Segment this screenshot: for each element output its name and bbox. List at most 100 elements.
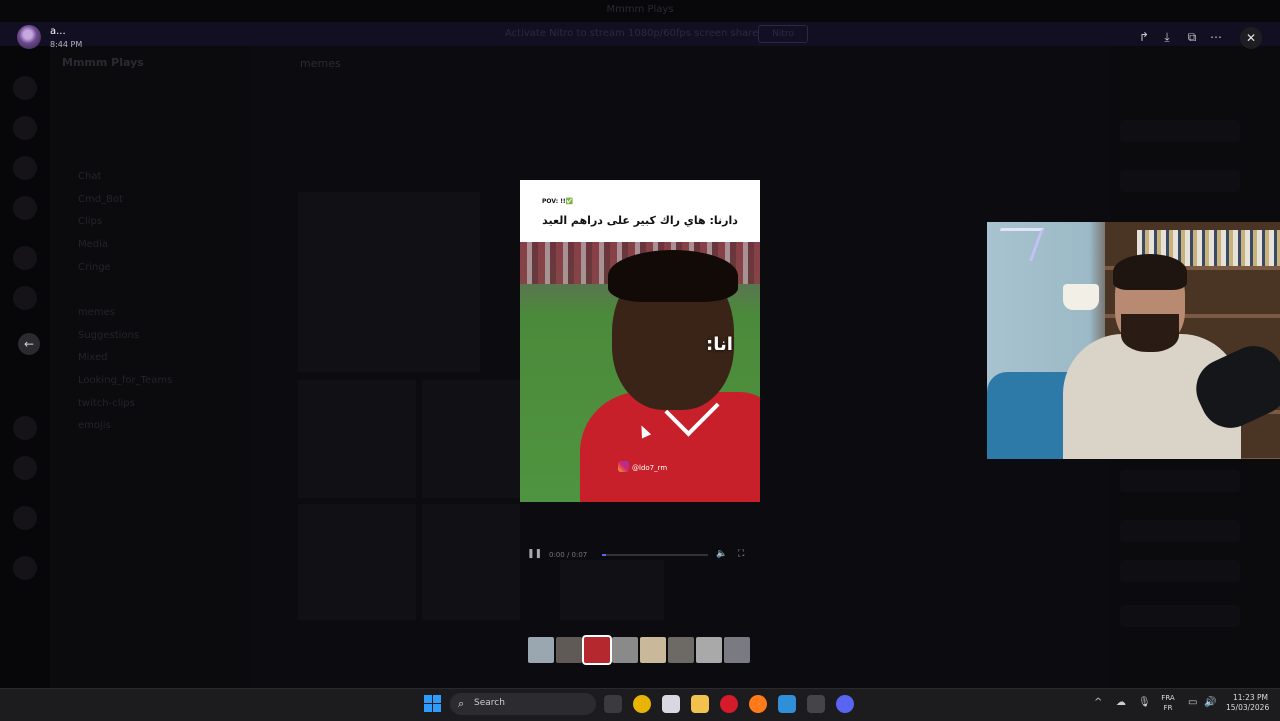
- member-item[interactable]: [1120, 560, 1240, 582]
- instagram-icon: [618, 461, 629, 472]
- chrome-icon[interactable]: [633, 695, 651, 713]
- search-label: Search: [474, 698, 505, 708]
- open-external-icon[interactable]: ⧉: [1183, 28, 1201, 46]
- start-tile: [433, 695, 441, 703]
- channel-item[interactable]: Looking_for_Teams: [78, 375, 172, 386]
- download-icon[interactable]: ⤓: [1158, 28, 1176, 46]
- media-tile[interactable]: [298, 192, 480, 372]
- video-progress-bar[interactable]: [602, 554, 708, 556]
- more-icon[interactable]: ⋯: [1207, 28, 1225, 46]
- media-thumbnail[interactable]: [556, 637, 582, 663]
- folder-icon[interactable]: [691, 695, 709, 713]
- instagram-handle: @ldo7_rm: [632, 464, 668, 472]
- channel-item[interactable]: twitch-clips: [78, 398, 135, 409]
- settings-app-icon[interactable]: [807, 695, 825, 713]
- channel-item[interactable]: Clips: [78, 216, 102, 227]
- volume-icon[interactable]: 🔈: [716, 549, 727, 559]
- server-icon[interactable]: [13, 246, 37, 270]
- channel-item[interactable]: memes: [78, 307, 115, 318]
- webcam-overlay: [987, 222, 1280, 459]
- tray-overflow-icon[interactable]: ^: [1094, 697, 1102, 708]
- server-list: [0, 46, 50, 688]
- neon-light: [988, 228, 1045, 261]
- speaker-icon[interactable]: 🔊: [1204, 697, 1216, 708]
- video-scene: انا: @ldo7_rm: [520, 242, 760, 502]
- server-icon[interactable]: [13, 416, 37, 440]
- cloud-icon[interactable]: ☁: [1116, 697, 1126, 708]
- channel-item[interactable]: Chat: [78, 171, 101, 182]
- video-player[interactable]: POV: !!✅ دارنا: هاي راك كبير على دراهم ا…: [520, 180, 760, 502]
- forward-icon[interactable]: ↱: [1135, 28, 1153, 46]
- server-icon[interactable]: [13, 556, 37, 580]
- start-tile: [424, 704, 432, 712]
- lamp: [1063, 284, 1099, 310]
- member-item[interactable]: [1120, 120, 1240, 142]
- media-tile[interactable]: [422, 380, 520, 498]
- video-caption: دارنا: هاي راك كبير على دراهم العيد: [542, 214, 738, 227]
- member-item[interactable]: [1120, 170, 1240, 192]
- server-icon[interactable]: [13, 456, 37, 480]
- app-icon[interactable]: [662, 695, 680, 713]
- video-caption-area: [520, 180, 760, 242]
- firefox-icon[interactable]: [749, 695, 767, 713]
- channel-title: memes: [300, 57, 341, 70]
- fullscreen-icon[interactable]: ⛶: [738, 549, 744, 559]
- media-tile[interactable]: [560, 560, 664, 620]
- input-language[interactable]: FRA FR: [1158, 693, 1178, 713]
- streamer-hair: [1113, 254, 1187, 290]
- media-tile[interactable]: [298, 504, 416, 620]
- system-clock[interactable]: 11:23 PM 15/03/2026: [1226, 693, 1270, 713]
- media-thumbnail[interactable]: [640, 637, 666, 663]
- previous-media-icon[interactable]: ←: [18, 333, 40, 355]
- network-icon[interactable]: ▭: [1188, 697, 1197, 708]
- member-item[interactable]: [1120, 605, 1240, 627]
- member-item[interactable]: [1120, 520, 1240, 542]
- media-thumbnail[interactable]: [612, 637, 638, 663]
- channel-item[interactable]: Cringe: [78, 262, 111, 273]
- opera-icon[interactable]: [720, 695, 738, 713]
- person-hair: [608, 250, 738, 302]
- channel-item[interactable]: Mixed: [78, 352, 108, 363]
- app2-icon[interactable]: [778, 695, 796, 713]
- microphone-icon[interactable]: 🎙: [1138, 697, 1151, 708]
- media-thumbnail[interactable]: [696, 637, 722, 663]
- media-thumbnail[interactable]: [582, 635, 612, 665]
- file-explorer-icon[interactable]: [604, 695, 622, 713]
- server-icon[interactable]: [13, 196, 37, 220]
- search-icon: ⌕: [458, 697, 465, 710]
- start-tile: [424, 695, 432, 703]
- media-thumbnail[interactable]: [724, 637, 750, 663]
- language-code: FRA: [1161, 694, 1175, 702]
- clock-time: 11:23 PM: [1233, 693, 1268, 702]
- server-icon[interactable]: [13, 76, 37, 100]
- member-item[interactable]: [1120, 470, 1240, 492]
- media-thumbnail[interactable]: [668, 637, 694, 663]
- channel-item[interactable]: Suggestions: [78, 330, 139, 341]
- start-tile: [433, 704, 441, 712]
- pov-label: POV: !!✅: [542, 198, 574, 205]
- author-name[interactable]: a...: [50, 26, 66, 37]
- message-timestamp: 8:44 PM: [50, 40, 83, 49]
- server-icon[interactable]: [13, 116, 37, 140]
- pause-icon[interactable]: ❚❚: [527, 549, 542, 559]
- server-icon[interactable]: [13, 156, 37, 180]
- clock-date: 15/03/2026: [1226, 703, 1270, 712]
- channel-item[interactable]: Cmd_Bot: [78, 194, 123, 205]
- nitro-banner-text: Activate Nitro to stream 1080p/60fps scr…: [505, 28, 759, 39]
- discord-icon[interactable]: [836, 695, 854, 713]
- server-icon[interactable]: [13, 506, 37, 530]
- keyboard-layout: FR: [1163, 704, 1173, 712]
- server-name[interactable]: Mmmm Plays: [62, 56, 144, 69]
- nitro-banner-button[interactable]: Nitro: [758, 25, 808, 43]
- taskbar-search[interactable]: [450, 693, 596, 715]
- video-time: 0:00 / 0:07: [549, 551, 588, 559]
- media-thumbnail[interactable]: [528, 637, 554, 663]
- media-tile[interactable]: [422, 504, 520, 620]
- close-icon[interactable]: ✕: [1240, 27, 1262, 49]
- channel-item[interactable]: Media: [78, 239, 108, 250]
- channel-item[interactable]: emojis: [78, 420, 111, 431]
- windows-start-icon[interactable]: [424, 695, 442, 713]
- avatar[interactable]: [17, 25, 41, 49]
- server-icon[interactable]: [13, 286, 37, 310]
- media-tile[interactable]: [298, 380, 416, 498]
